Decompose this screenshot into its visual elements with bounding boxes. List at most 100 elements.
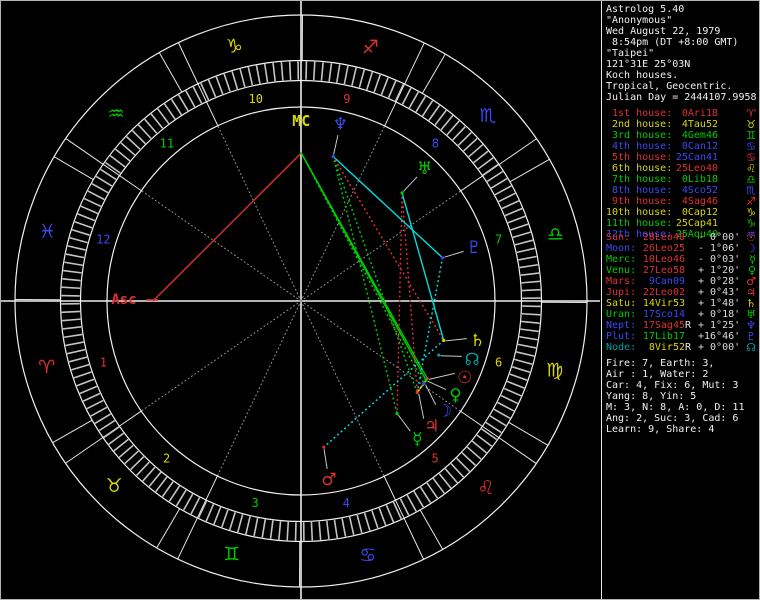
house-row: 11th house: 25Cap41 ♑: [606, 218, 756, 229]
stats-line: Air : 1, Water: 2: [606, 369, 709, 380]
sco-sign-icon: ♏: [479, 105, 496, 127]
retrograde-flag: [685, 254, 692, 265]
stats-line: Ang: 2, Suc: 3, Cad: 6: [606, 413, 739, 424]
stats-line: Yang: 8, Yin: 5: [606, 391, 697, 402]
node-planet-icon: ☊: [746, 341, 756, 354]
nept-planet-icon: ♆: [333, 114, 348, 134]
planet-position-value: 28Leo48: [642, 232, 685, 243]
stats-line: Learn: 9, Share: 4: [606, 424, 715, 435]
cap-sign-icon: ♑: [226, 36, 243, 58]
degree-tick: [288, 61, 292, 80]
ari-sign-icon: ♈: [38, 357, 55, 379]
retrograde-flag: [685, 287, 692, 298]
leo-sign-icon: ♌: [477, 477, 494, 499]
planet-position-value: 22Leo02: [642, 287, 685, 298]
gem-sign-icon: ♊: [223, 544, 240, 566]
planet-position-value: 8Vir52: [648, 342, 685, 353]
house-number: 2: [163, 451, 170, 465]
house-number: 4: [343, 496, 350, 510]
jupi-planet-icon: ♃: [424, 416, 439, 436]
house-row: 2nd house: 4Tau52 ♉: [606, 119, 756, 130]
retrograde-flag: [685, 298, 692, 309]
planet-label: Mars:: [606, 276, 637, 287]
house-row: 5th house: 25Can41 ♋: [606, 152, 756, 163]
house-number: 12: [96, 232, 110, 246]
planet-position-value: 26Leo25: [642, 243, 685, 254]
planet-degree-dot: [400, 191, 404, 195]
header-line: 8:54pm (DT +8:00 GMT): [606, 37, 739, 48]
house-label: 9th house:: [606, 196, 673, 207]
house-row: 8th house: 4Sco52 ♏: [606, 185, 756, 196]
house-label: 10th house:: [606, 207, 673, 218]
planet-row: Plut: 17Lib17 +16°46' ♇: [606, 331, 756, 342]
planet-row: Merc: 10Leo46- 0°03' ☿: [606, 254, 756, 265]
planet-label: Merc:: [606, 254, 637, 265]
house-label: 6th house:: [606, 163, 673, 174]
retrograde-flag: [685, 243, 692, 254]
planet-label: Satu:: [606, 298, 637, 309]
stats-line: Fire: 7, Earth: 3,: [606, 358, 715, 369]
planet-row: Node: 8Vir52 R + 0°00' ☊: [606, 342, 756, 353]
house-row: 3rd house: 4Gem46 ♊: [606, 130, 756, 141]
stats-line: M: 3, N: 8, A: 0, D: 11: [606, 402, 745, 413]
planet-velocity: + 0°18': [698, 309, 741, 320]
planet-degree-dot: [437, 353, 441, 357]
mars-planet-icon: ♂: [321, 470, 336, 490]
planet-velocity: - 0°03': [698, 254, 741, 265]
house-number: 8: [432, 137, 439, 151]
can-sign-icon: ♋: [359, 544, 376, 566]
house-number: 11: [160, 136, 174, 150]
retrograde-flag: [685, 232, 692, 243]
house-label: 5th house:: [606, 152, 673, 163]
planet-label: Jupi:: [606, 287, 637, 298]
planet-pointer-line: [440, 355, 462, 357]
planet-velocity: - 0°00': [698, 232, 741, 243]
house-number: 3: [251, 496, 258, 510]
house-cusp-value: 25Can41: [675, 152, 718, 163]
planet-velocity: - 1°06': [698, 243, 741, 254]
planet-label: Node:: [606, 342, 637, 353]
vir-sign-icon: ♍: [546, 359, 563, 381]
house-label: 3rd house:: [606, 130, 673, 141]
sag-sign-icon: ♐: [362, 36, 379, 58]
planet-label: Moon:: [606, 243, 637, 254]
planet-degree-dot: [422, 381, 426, 386]
astrolog-window: ♈ ♉ ♊ ♋ ♌ ♍ ♎ ♏ ♐ ♑ ♒ ♓ 1 2 3 4 5 6 7 8 9 10 11 12 ☉ ☽ ☿ ♀ ♂ ♃ ♄ ♅ ♆ ♇ ☊ MC…: [0, 0, 760, 600]
planet-position-value: 14Vir53: [642, 298, 685, 309]
header-line: Astrolog 5.40: [606, 4, 685, 15]
planet-row: Sun: 28Leo48- 0°00' ☉: [606, 232, 756, 243]
planet-label: Venu:: [606, 265, 637, 276]
house-cusp-value: 0Cap12: [681, 207, 718, 218]
planet-degree-dot: [331, 154, 335, 159]
header-line: Julian Day = 2444107.9958: [606, 92, 757, 103]
header-line: "Anonymous": [606, 15, 673, 26]
retrograde-flag: R: [685, 320, 692, 331]
planet-row: Moon: 26Leo25- 1°06' ☽: [606, 243, 756, 254]
planet-degree-dot: [395, 411, 399, 416]
plut-planet-icon: ♇: [466, 238, 481, 258]
house-number: 5: [431, 452, 438, 466]
satu-planet-icon: ♄: [470, 331, 485, 351]
planet-velocity: + 0°00': [698, 342, 741, 353]
degree-tick: [61, 310, 80, 314]
retrograde-flag: [685, 265, 692, 276]
house-row: 9th house: 4Sag46 ♐: [606, 196, 756, 207]
house-cusp-value: 0Ari18: [681, 108, 718, 119]
lib-sign-icon: ♎: [547, 223, 564, 245]
house-cusp-value: 25Leo40: [675, 163, 718, 174]
house-row: 6th house: 25Leo40 ♌: [606, 163, 756, 174]
planet-position-value: 10Leo46: [642, 254, 685, 265]
house-number: 1: [100, 355, 107, 369]
house-number: 6: [495, 356, 502, 370]
degree-tick: [521, 312, 541, 316]
degree-tick: [312, 61, 316, 81]
planet-degree-dot: [424, 378, 428, 382]
planet-label: Uran:: [606, 309, 637, 320]
planet-velocity: +16°46': [698, 331, 741, 342]
header-line: "Taipei": [606, 48, 655, 59]
stats-line: Car: 4, Fix: 6, Mut: 3: [606, 380, 739, 391]
planet-degree-dot: [415, 391, 419, 395]
house-row: 10th house: 0Cap12 ♑: [606, 207, 756, 218]
planet-degree-dot: [442, 338, 446, 342]
planet-row: Venu: 27Leo58 + 1°20' ♀: [606, 265, 756, 276]
